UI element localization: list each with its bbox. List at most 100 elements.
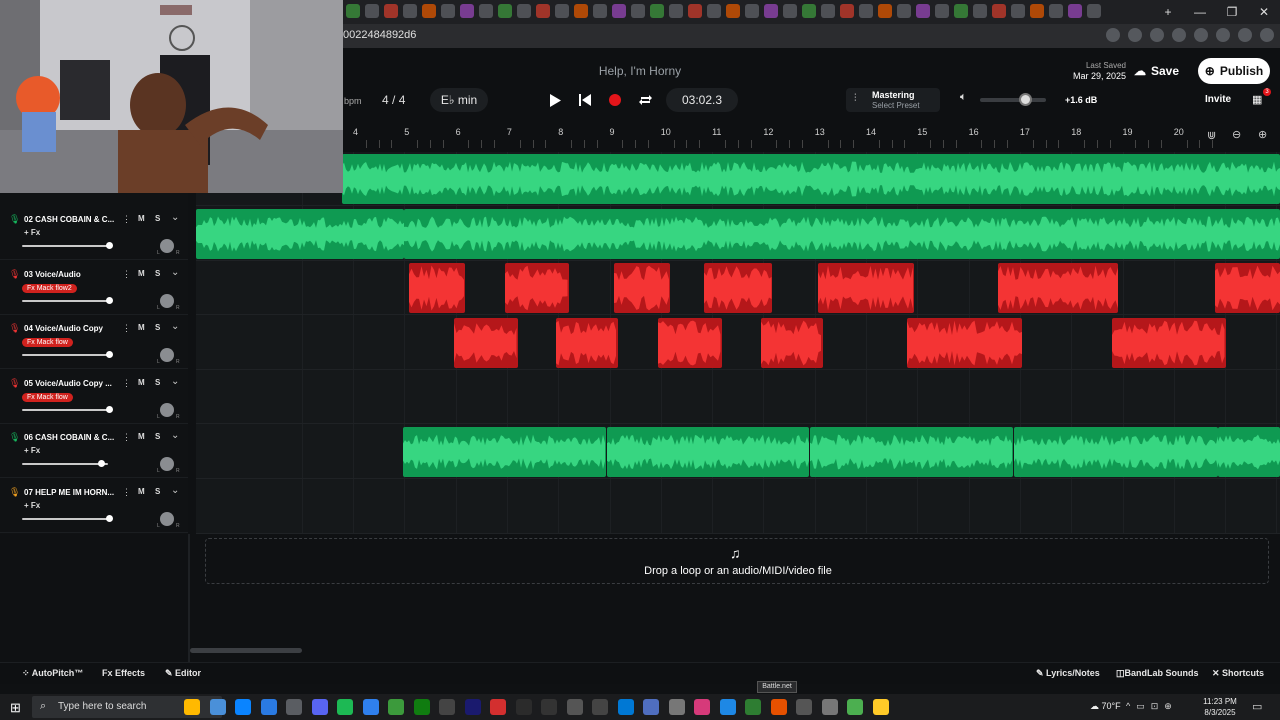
- editor-button[interactable]: ✎ Editor: [165, 668, 201, 679]
- track-menu-icon[interactable]: ⋮: [122, 487, 131, 498]
- taskbar-app-icon[interactable]: [515, 699, 532, 715]
- browser-tab[interactable]: [498, 4, 512, 18]
- audio-clip-beat[interactable]: [342, 154, 1280, 204]
- chevron-down-icon[interactable]: ⌄: [171, 267, 179, 278]
- mute-button[interactable]: M: [138, 378, 145, 387]
- browser-tab[interactable]: [1011, 4, 1025, 18]
- audio-clip-beat[interactable]: [196, 208, 404, 259]
- mute-button[interactable]: M: [138, 432, 145, 441]
- pan-knob[interactable]: [160, 512, 174, 526]
- browser-tab[interactable]: [821, 4, 835, 18]
- taskbar-app-icon[interactable]: [592, 699, 608, 715]
- browser-tab[interactable]: [517, 4, 531, 18]
- solo-button[interactable]: S: [155, 214, 160, 223]
- autopitch-button[interactable]: ⁘ AutoPitch™: [22, 668, 83, 679]
- track-header[interactable]: 🎙︎ 04 Voice/Audio Copy ⋮ M S ⌄ Fx Mack flow L R: [0, 315, 188, 370]
- track-menu-icon[interactable]: ⋮: [122, 214, 131, 225]
- track-volume-slider[interactable]: [22, 408, 108, 411]
- track-name[interactable]: 03 Voice/Audio: [24, 270, 116, 279]
- audio-clip-beat[interactable]: [1218, 427, 1280, 477]
- browser-tab[interactable]: [650, 4, 664, 18]
- taskbar-app-icon[interactable]: [847, 699, 863, 715]
- taskbar-app-icon[interactable]: [311, 699, 328, 715]
- browser-tab[interactable]: [764, 4, 778, 18]
- play-button[interactable]: [544, 89, 566, 111]
- add-fx-button[interactable]: + Fx: [24, 501, 40, 510]
- track-volume-slider[interactable]: [22, 463, 108, 466]
- track-name[interactable]: 05 Voice/Audio Copy ...: [24, 379, 116, 388]
- taskbar-app-icon[interactable]: [464, 699, 481, 715]
- shortcuts-button[interactable]: ✕ Shortcuts: [1212, 668, 1264, 679]
- pan-knob[interactable]: [160, 293, 174, 308]
- browser-tab[interactable]: [878, 4, 892, 18]
- track-volume-slider[interactable]: [22, 354, 108, 357]
- taskbar-app-icon[interactable]: [490, 699, 506, 715]
- taskbar-app-icon[interactable]: [821, 699, 838, 715]
- track-name[interactable]: 07 HELP ME IM HORN...: [24, 488, 116, 497]
- mic-icon[interactable]: 🎙︎: [9, 378, 20, 388]
- pan-knob[interactable]: [160, 402, 174, 417]
- browser-tab[interactable]: [1087, 4, 1101, 18]
- pan-knob[interactable]: [160, 239, 174, 253]
- audio-clip-vocal[interactable]: [505, 263, 569, 314]
- browser-tab[interactable]: [840, 4, 854, 18]
- audio-clip-beat[interactable]: [607, 427, 809, 477]
- pan-knob[interactable]: [160, 348, 174, 363]
- taskbar-app-icon[interactable]: [541, 699, 557, 715]
- mic-icon[interactable]: 🎙︎: [9, 323, 20, 333]
- timeline-ruler[interactable]: 4 5 6 7 8 9 10 11 12 13 14 15 16 17 18 19 20 ⋓ ⊖ ⊕: [343, 124, 1280, 152]
- invite-button[interactable]: Invite: [1205, 94, 1231, 105]
- track-menu-icon[interactable]: ⋮: [122, 432, 131, 443]
- effects-button[interactable]: Fx Effects: [102, 668, 145, 678]
- mic-icon[interactable]: 🎙︎: [9, 432, 20, 442]
- chevron-down-icon[interactable]: ⌄: [171, 321, 179, 332]
- taskbar-app-icon[interactable]: [337, 699, 353, 715]
- chevron-down-icon[interactable]: ⌄: [171, 485, 179, 496]
- publish-button[interactable]: ⊕ Publish: [1198, 58, 1270, 84]
- track-volume-slider[interactable]: [22, 299, 108, 302]
- mastering-selector[interactable]: ⫶ Mastering Select Preset: [846, 88, 940, 112]
- track-header[interactable]: 🎙︎ 03 Voice/Audio ⋮ M S ⌄ Fx Mack flow2 L R: [0, 261, 188, 315]
- new-tab-icon[interactable]: +: [1152, 0, 1184, 24]
- audio-clip-vocal[interactable]: [818, 263, 914, 314]
- mic-icon[interactable]: 🎙︎: [9, 214, 20, 224]
- skip-back-button[interactable]: [574, 89, 596, 111]
- add-fx-button[interactable]: + Fx: [24, 228, 40, 237]
- taskbar-app-icon[interactable]: [439, 699, 455, 715]
- taskbar-app-icon[interactable]: [643, 699, 659, 715]
- browser-tab[interactable]: [536, 4, 550, 18]
- sounds-button[interactable]: ◫BandLab Sounds: [1116, 668, 1199, 679]
- audio-clip-beat[interactable]: [1014, 427, 1218, 477]
- audio-clip-vocal[interactable]: [409, 263, 465, 314]
- browser-tab[interactable]: [897, 4, 911, 18]
- track-header[interactable]: 🎙︎ 07 HELP ME IM HORN... ⋮ M S ⌄ + Fx L R: [0, 479, 188, 533]
- fx-chain-tag[interactable]: Fx Mack flow: [22, 338, 73, 348]
- track-menu-icon[interactable]: ⋮: [122, 269, 131, 280]
- taskbar-app-icon[interactable]: [413, 699, 430, 715]
- bpm-label[interactable]: bpm: [344, 96, 362, 106]
- profile-avatar[interactable]: [1238, 28, 1252, 42]
- browser-tab[interactable]: [460, 4, 474, 18]
- download-icon[interactable]: [1216, 28, 1230, 42]
- solo-button[interactable]: S: [155, 487, 160, 496]
- browser-tab[interactable]: [859, 4, 873, 18]
- track-volume-slider[interactable]: [22, 245, 108, 247]
- browser-tab[interactable]: [783, 4, 797, 18]
- close-window-icon[interactable]: ✕: [1248, 0, 1280, 24]
- taskbar-app-icon[interactable]: [719, 699, 736, 715]
- taskbar-app-icon[interactable]: [260, 699, 277, 715]
- audio-clip-vocal[interactable]: [998, 263, 1118, 314]
- taskbar-app-icon[interactable]: [796, 699, 812, 715]
- drop-zone[interactable]: ♫ Drop a loop or an audio/MIDI/video fil…: [205, 538, 1269, 584]
- browser-tab[interactable]: [992, 4, 1006, 18]
- windows-start-icon[interactable]: ⊞: [10, 700, 21, 716]
- track-volume-knob[interactable]: [97, 460, 105, 468]
- browser-tab[interactable]: [555, 4, 569, 18]
- audio-clip-beat[interactable]: [403, 427, 606, 477]
- panel-divider[interactable]: [188, 534, 190, 662]
- solo-button[interactable]: S: [155, 432, 160, 441]
- speaker-icon[interactable]: 🔈︎: [960, 91, 967, 104]
- extension-icon[interactable]: [1172, 28, 1186, 42]
- magnet-icon[interactable]: ⋓: [1207, 129, 1216, 142]
- taskbar-app-icon[interactable]: [235, 699, 251, 715]
